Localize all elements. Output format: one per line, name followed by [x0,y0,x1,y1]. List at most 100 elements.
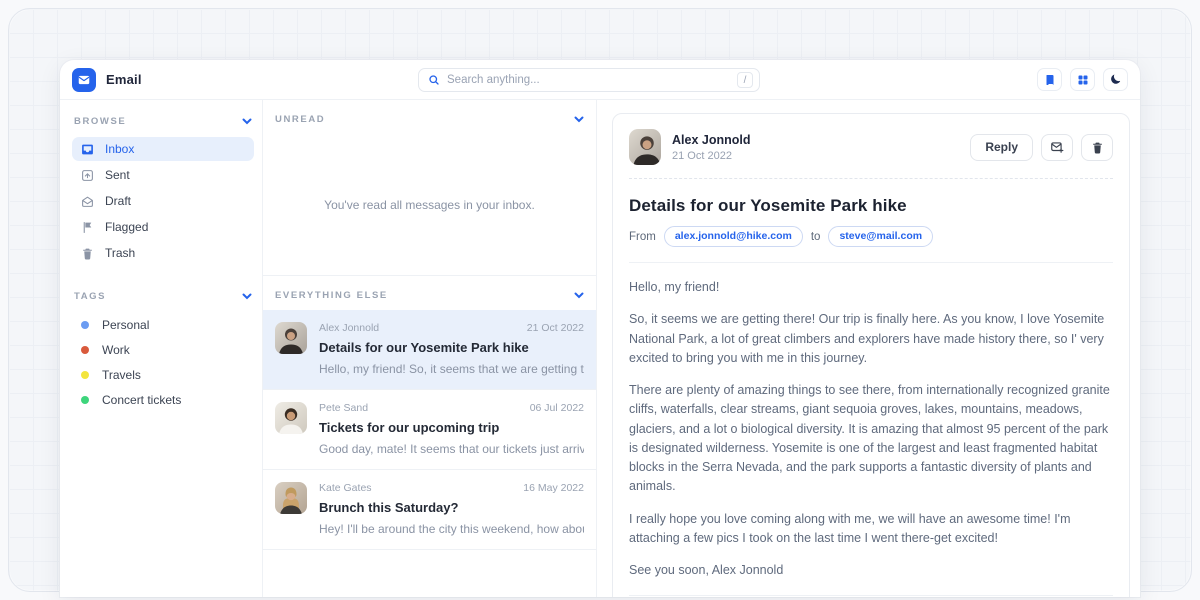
trash-icon [1091,141,1104,154]
tag-item-concert-tickets[interactable]: Concert tickets [72,387,254,412]
sidebar: BROWSE Inbox Sent Draft Flagged [60,100,263,597]
unread-empty-message: You've read all messages in your inbox. [263,134,596,276]
message-detail-panel: Alex Jonnold 21 Oct 2022 Reply [597,100,1140,597]
sidebar-item-inbox[interactable]: Inbox [72,137,254,161]
mail-item-body: Pete Sand 06 Jul 2022 Tickets for our up… [319,402,584,456]
bookmarks-button[interactable] [1037,68,1062,91]
tag-label: Personal [102,318,149,332]
sidebar-item-label: Sent [105,168,130,182]
search-bar[interactable]: / [418,68,760,92]
avatar [275,322,307,354]
avatar [275,402,307,434]
tag-color-dot [81,346,89,354]
email-app-window: Email / [60,60,1140,597]
envelope-plus-icon [1050,140,1064,154]
unread-label: UNREAD [275,114,325,125]
mail-subject: Details for our Yosemite Park hike [319,340,584,355]
delete-mail-button[interactable] [1081,134,1113,161]
dark-mode-button[interactable] [1103,68,1128,91]
search-icon [428,74,440,86]
mail-date: 16 May 2022 [523,482,584,494]
from-label: From [629,231,656,243]
body-paragraph: Hello, my friend! [629,278,1113,297]
to-email-pill[interactable]: steve@mail.com [828,226,933,247]
topbar-actions [1037,68,1128,91]
header-divider [629,178,1113,179]
desktop-background: Email / [0,0,1200,600]
envelope-logo-icon [77,73,91,87]
from-to-row: From alex.jonnold@hike.com to steve@mail… [629,226,1113,247]
body-divider [629,595,1113,596]
chevron-down-icon[interactable] [242,118,252,125]
mail-subject: Tickets for our upcoming trip [319,420,584,435]
tag-item-travels[interactable]: Travels [72,362,254,387]
apps-grid-button[interactable] [1070,68,1095,91]
tags-section-header: TAGS [72,287,254,312]
mail-list-item[interactable]: Alex Jonnold 21 Oct 2022 Details for our… [263,310,596,390]
detail-actions: Reply [970,134,1113,161]
detail-sender-name: Alex Jonnold [672,133,750,147]
sidebar-item-draft[interactable]: Draft [72,189,254,213]
tag-label: Concert tickets [102,393,181,407]
mail-preview: Good day, mate! It seems that our ticket… [319,442,584,456]
from-email-pill[interactable]: alex.jonnold@hike.com [664,226,803,247]
mail-list-item[interactable]: Kate Gates 16 May 2022 Brunch this Satur… [263,470,596,550]
reply-button[interactable]: Reply [970,134,1033,161]
chevron-down-icon[interactable] [574,116,584,123]
draft-icon [81,195,94,208]
mail-preview: Hey! I'll be around the city this weeken… [319,522,584,536]
body-paragraph: So, it seems we are getting there! Our t… [629,310,1113,368]
inbox-icon [81,143,94,156]
message-detail-card: Alex Jonnold 21 Oct 2022 Reply [612,113,1130,597]
sidebar-item-flagged[interactable]: Flagged [72,215,254,239]
sidebar-item-trash[interactable]: Trash [72,241,254,265]
chevron-down-icon[interactable] [574,292,584,299]
body-paragraph: I really hope you love coming along with… [629,510,1113,549]
tag-color-dot [81,321,89,329]
tag-item-personal[interactable]: Personal [72,312,254,337]
message-list-panel: UNREAD You've read all messages in your … [263,100,597,597]
tags-label: TAGS [74,291,106,302]
avatar [275,482,307,514]
detail-header: Alex Jonnold 21 Oct 2022 Reply [629,129,1113,165]
sidebar-item-label: Flagged [105,220,148,234]
tag-label: Travels [102,368,141,382]
search-shortcut-key: / [737,72,753,88]
detail-sender-block: Alex Jonnold 21 Oct 2022 [672,133,750,162]
sidebar-item-label: Draft [105,194,131,208]
subject-divider [629,262,1113,263]
mail-sender: Kate Gates [319,482,372,494]
to-label: to [811,231,821,243]
sidebar-item-sent[interactable]: Sent [72,163,254,187]
browse-section-header: BROWSE [72,112,254,137]
flag-icon [81,221,94,234]
mail-list-item[interactable]: Pete Sand 06 Jul 2022 Tickets for our up… [263,390,596,470]
avatar [629,129,661,165]
tag-color-dot [81,371,89,379]
trash-icon [81,247,94,260]
mail-date: 06 Jul 2022 [530,402,584,414]
tag-item-work[interactable]: Work [72,337,254,362]
mail-date: 21 Oct 2022 [527,322,584,334]
browse-label: BROWSE [74,116,126,127]
message-body: Hello, my friend! So, it seems we are ge… [629,278,1113,580]
book-icon [1044,74,1056,86]
mail-sender: Alex Jonnold [319,322,379,334]
everything-else-section-header: EVERYTHING ELSE [263,276,596,310]
mail-subject: Brunch this Saturday? [319,500,584,515]
mail-sender: Pete Sand [319,402,368,414]
detail-subject: Details for our Yosemite Park hike [629,196,1113,216]
chevron-down-icon[interactable] [242,293,252,300]
mail-preview: Hello, my friend! So, it seems that we a… [319,362,584,376]
grid-icon [1077,74,1089,86]
forward-mail-button[interactable] [1041,134,1073,161]
unread-section-header: UNREAD [263,100,596,134]
sent-icon [81,169,94,182]
app-title: Email [106,72,142,87]
detail-date: 21 Oct 2022 [672,150,750,162]
everything-else-label: EVERYTHING ELSE [275,290,388,301]
main-layout: BROWSE Inbox Sent Draft Flagged [60,100,1140,597]
body-paragraph: See you soon, Alex Jonnold [629,561,1113,580]
sidebar-item-label: Inbox [105,142,134,156]
search-input[interactable] [447,74,730,86]
